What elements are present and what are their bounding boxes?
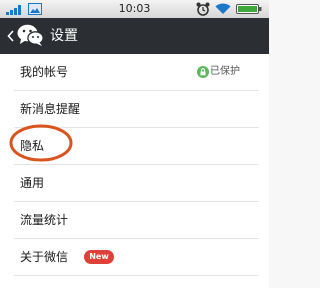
wechat-logo-icon (17, 24, 44, 46)
settings-item-label: 流量统计 (20, 213, 69, 227)
settings-item-general[interactable]: 通用 (0, 165, 269, 202)
settings-item-label: 通用 (20, 176, 45, 190)
wifi-icon (215, 3, 231, 14)
divider (14, 275, 259, 276)
battery-icon (236, 4, 262, 14)
settings-item-label: 关于微信 (20, 250, 69, 264)
navigation-bar: 设置 (0, 18, 269, 54)
settings-list: 我的帐号 已保护 新消息提醒 隐私 通用 流量统计 关于微信 New (0, 54, 269, 288)
settings-item-notifications[interactable]: 新消息提醒 (0, 91, 269, 128)
settings-item-traffic-stats[interactable]: 流量统计 (0, 202, 269, 239)
chevron-left-icon[interactable] (7, 30, 14, 42)
settings-item-label: 隐私 (20, 139, 45, 153)
page-title: 设置 (50, 28, 78, 44)
new-badge: New (84, 250, 114, 264)
alarm-icon (196, 2, 210, 16)
settings-item-label: 新消息提醒 (20, 102, 81, 116)
protect-status-text: 已保护 (210, 66, 240, 77)
settings-item-about[interactable]: 关于微信 New (0, 239, 269, 276)
settings-item-account[interactable]: 我的帐号 已保护 (0, 54, 269, 91)
settings-item-privacy[interactable]: 隐私 (0, 128, 269, 165)
status-bar: 10:03 (0, 0, 269, 19)
lock-icon (197, 66, 209, 78)
settings-item-label: 我的帐号 (20, 65, 69, 79)
